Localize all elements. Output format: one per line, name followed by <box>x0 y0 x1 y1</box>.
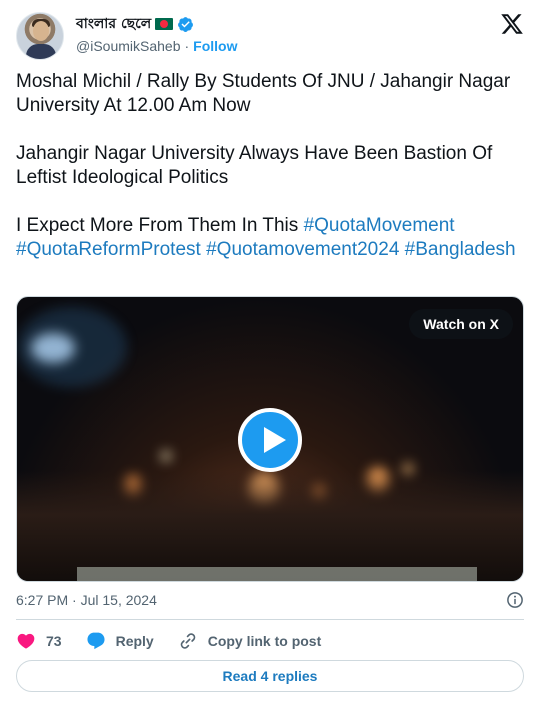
verified-badge-icon <box>178 16 194 32</box>
hashtag-link[interactable]: #QuotaReformProtest <box>16 239 201 260</box>
tweet-card: বাংলার ছেলে @iSoumikSaheb · Follow Mosha… <box>0 0 540 708</box>
tweet-line: Jahangir Nagar University Always Have Be… <box>16 143 493 188</box>
reply-bubble-icon <box>87 632 105 650</box>
divider <box>16 619 524 620</box>
tweet-line: I Expect More From Them In This #QuotaMo… <box>16 214 524 262</box>
like-button[interactable]: 73 <box>16 631 62 651</box>
tweet-header: বাংলার ছেলে @iSoumikSaheb · Follow <box>16 12 524 60</box>
read-replies-button[interactable]: Read 4 replies <box>16 660 524 692</box>
copy-link-label: Copy link to post <box>207 633 322 649</box>
hashtag-link[interactable]: #Quotamovement2024 <box>206 239 399 260</box>
info-icon[interactable] <box>506 591 524 609</box>
copy-link-button[interactable]: Copy link to post <box>178 631 322 651</box>
protest-banner <box>77 567 477 581</box>
tweet-text: Moshal Michil / Rally By Students Of JNU… <box>16 70 524 262</box>
display-name[interactable]: বাংলার ছেলে <box>76 12 151 36</box>
tweet-line-prefix: I Expect More From Them In This <box>16 215 304 236</box>
action-bar: 73 Reply Copy link to post <box>16 630 345 652</box>
play-icon[interactable] <box>238 408 302 472</box>
author-handle[interactable]: @iSoumikSaheb <box>76 38 181 54</box>
bangladesh-flag-icon <box>155 18 174 30</box>
watch-on-x-button[interactable]: Watch on X <box>409 309 513 339</box>
street-light <box>161 451 171 461</box>
video-player[interactable]: Watch on X <box>16 296 524 582</box>
separator: · <box>184 38 190 54</box>
like-count: 73 <box>46 633 62 649</box>
link-icon <box>180 633 195 649</box>
timestamp[interactable]: 6:27 PM · Jul 15, 2024 <box>16 592 157 608</box>
reply-button[interactable]: Reply <box>86 631 154 651</box>
hashtag-link[interactable]: #QuotaMovement <box>304 215 455 236</box>
author-name-row: বাংলার ছেলে <box>76 14 194 34</box>
hashtag-link[interactable]: #Bangladesh <box>405 239 516 260</box>
crowd <box>17 471 523 581</box>
follow-link[interactable]: Follow <box>193 38 237 54</box>
avatar[interactable] <box>16 12 64 60</box>
meta-row: 6:27 PM · Jul 15, 2024 <box>16 590 524 610</box>
handle-row: @iSoumikSaheb · Follow <box>76 36 238 56</box>
floodlight-halo <box>17 307 127 387</box>
heart-icon <box>17 633 35 649</box>
x-logo-icon[interactable] <box>500 12 524 36</box>
tweet-line: Moshal Michil / Rally By Students Of JNU… <box>16 71 511 116</box>
reply-label: Reply <box>115 633 154 649</box>
